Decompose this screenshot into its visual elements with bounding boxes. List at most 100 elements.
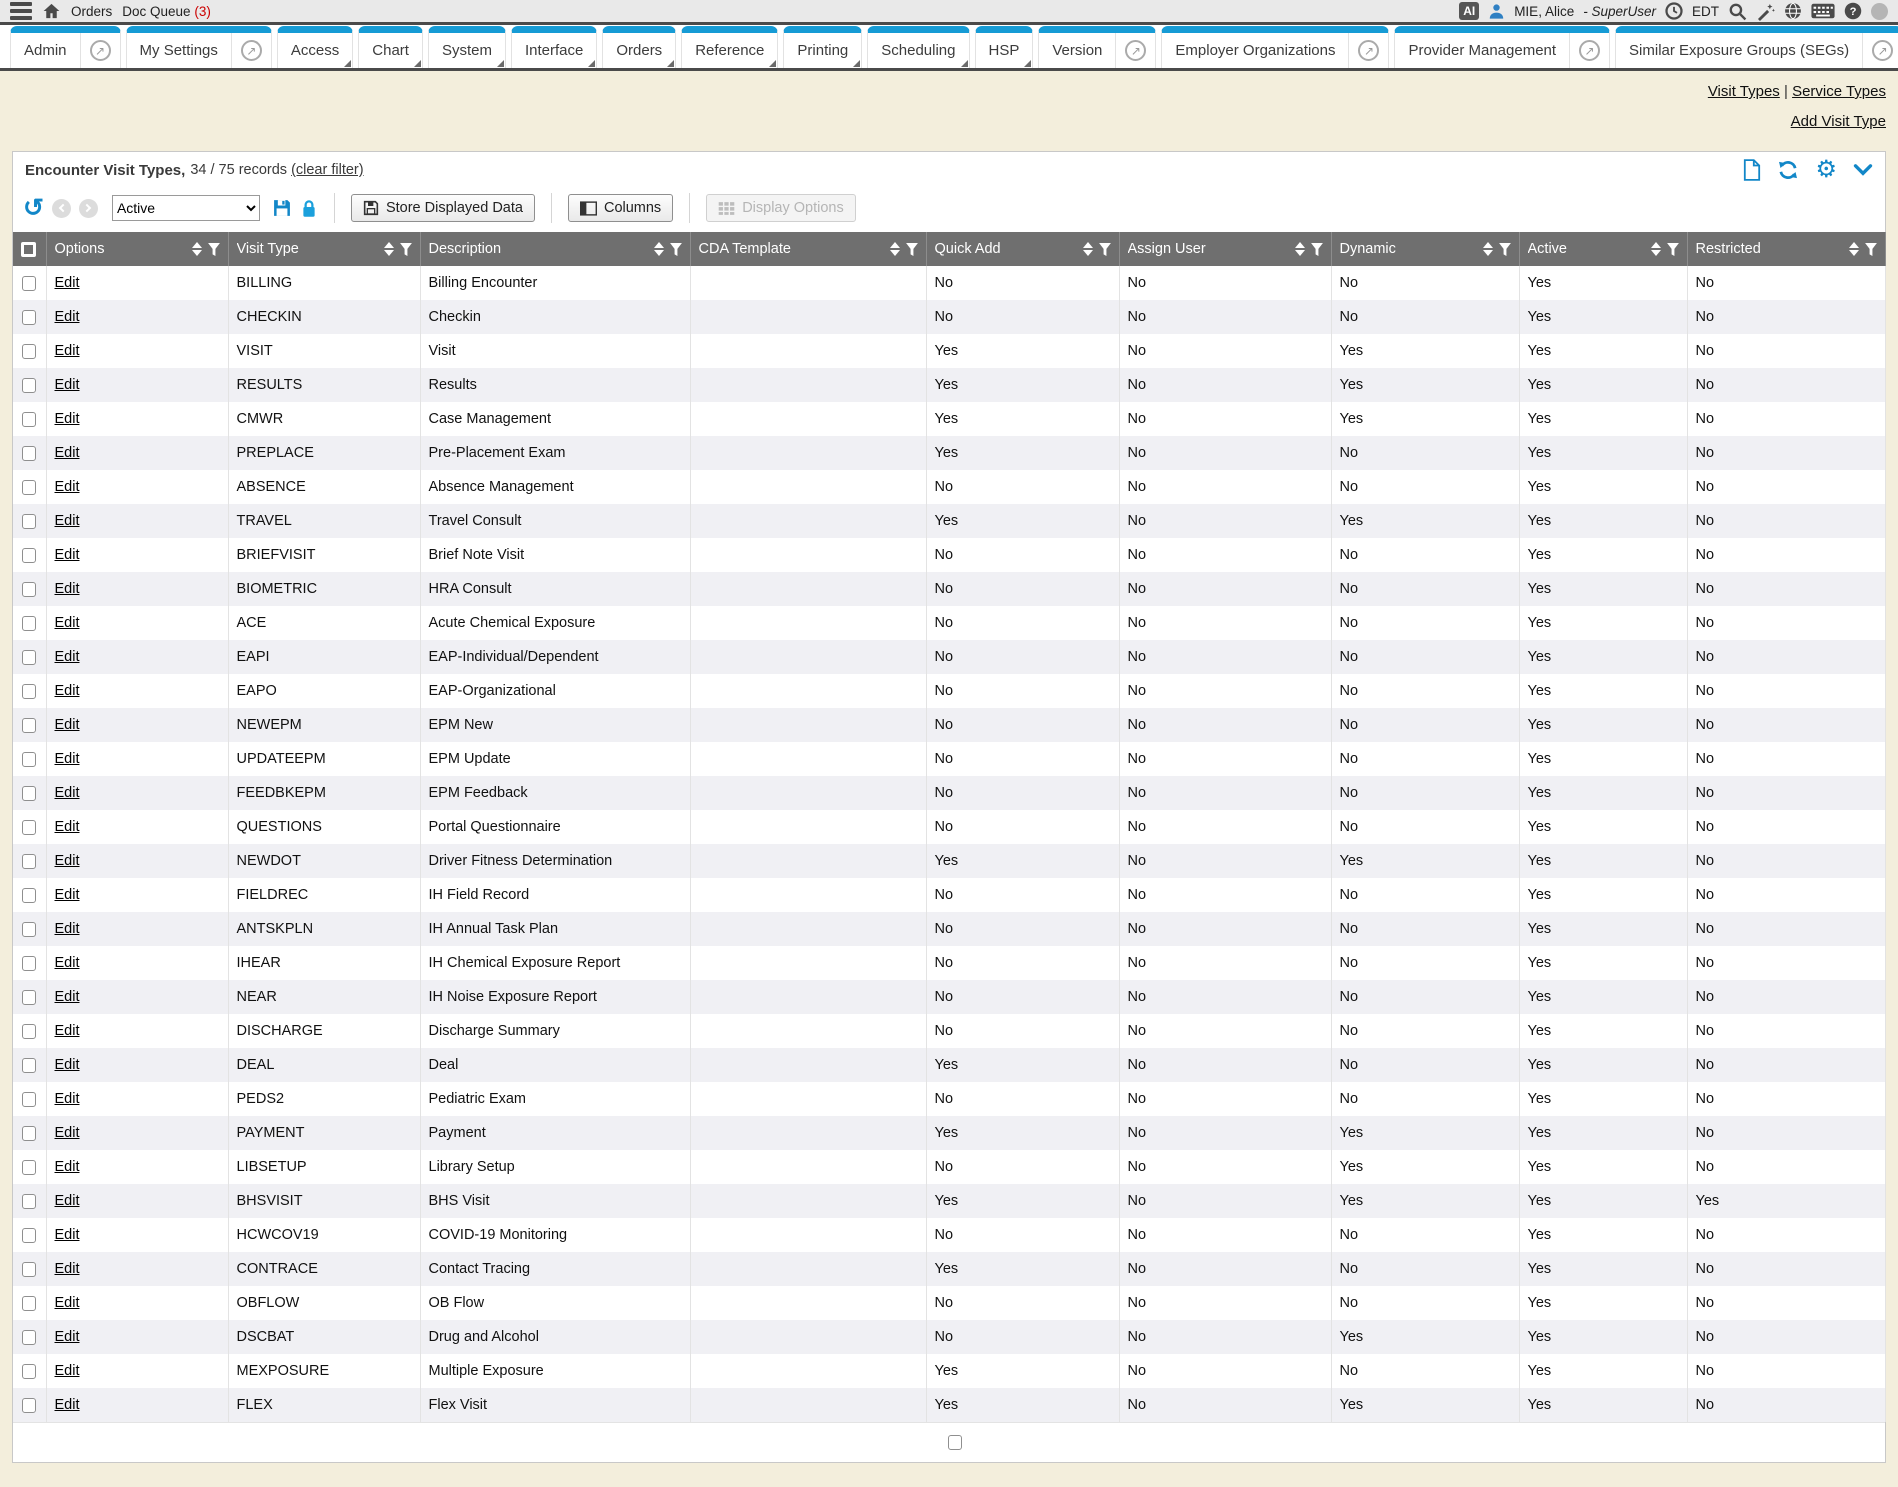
- tab-my-settings[interactable]: My Settings ↗: [126, 26, 272, 68]
- breadcrumb-orders[interactable]: Orders: [71, 4, 112, 19]
- edit-link[interactable]: Edit: [55, 615, 80, 631]
- globe-icon[interactable]: [1784, 2, 1802, 20]
- row-checkbox[interactable]: [22, 276, 36, 291]
- tab-reference[interactable]: Reference ↗: [681, 26, 778, 68]
- edit-link[interactable]: Edit: [55, 1023, 80, 1039]
- home-icon[interactable]: [42, 2, 61, 20]
- row-checkbox[interactable]: [22, 1364, 36, 1379]
- edit-link[interactable]: Edit: [55, 1125, 80, 1141]
- tab-hsp[interactable]: HSP ↗: [975, 26, 1034, 68]
- edit-link[interactable]: Edit: [55, 955, 80, 971]
- row-checkbox[interactable]: [22, 446, 36, 461]
- edit-link[interactable]: Edit: [55, 853, 80, 869]
- sort-icon[interactable]: [1483, 242, 1493, 256]
- row-checkbox[interactable]: [22, 1058, 36, 1073]
- tab-access[interactable]: Access ↗: [277, 26, 353, 68]
- chevron-down-icon[interactable]: [1853, 162, 1873, 178]
- row-checkbox[interactable]: [22, 582, 36, 597]
- sort-icon[interactable]: [384, 242, 394, 256]
- row-checkbox[interactable]: [22, 786, 36, 801]
- row-checkbox[interactable]: [22, 344, 36, 359]
- edit-link[interactable]: Edit: [55, 343, 80, 359]
- filter-funnel-icon[interactable]: [1099, 243, 1111, 256]
- column-header-restricted[interactable]: Restricted: [1687, 232, 1885, 266]
- edit-link[interactable]: Edit: [55, 887, 80, 903]
- row-checkbox[interactable]: [22, 650, 36, 665]
- filter-funnel-icon[interactable]: [1865, 243, 1877, 256]
- forward-icon[interactable]: [79, 199, 98, 218]
- row-checkbox[interactable]: [22, 854, 36, 869]
- edit-link[interactable]: Edit: [55, 275, 80, 291]
- edit-link[interactable]: Edit: [55, 921, 80, 937]
- row-checkbox[interactable]: [22, 378, 36, 393]
- tab-version[interactable]: Version ↗: [1038, 26, 1156, 68]
- new-document-icon[interactable]: [1743, 159, 1761, 181]
- edit-link[interactable]: Edit: [55, 683, 80, 699]
- ai-badge[interactable]: AI: [1459, 2, 1479, 20]
- tab-interface[interactable]: Interface ↗: [511, 26, 597, 68]
- open-external-icon[interactable]: ↗: [1115, 33, 1155, 68]
- store-displayed-data-button[interactable]: Store Displayed Data: [351, 194, 535, 222]
- tab-provider-management[interactable]: Provider Management ↗: [1394, 26, 1610, 68]
- column-header-visit-type[interactable]: Visit Type: [228, 232, 420, 266]
- breadcrumb-doc-queue[interactable]: Doc Queue (3): [122, 4, 211, 19]
- row-checkbox[interactable]: [22, 888, 36, 903]
- tab-similar-exposure-groups-segs[interactable]: Similar Exposure Groups (SEGs) ↗: [1615, 26, 1898, 68]
- filter-funnel-icon[interactable]: [400, 243, 412, 256]
- back-icon[interactable]: [52, 199, 71, 218]
- filter-funnel-icon[interactable]: [906, 243, 918, 256]
- row-checkbox[interactable]: [22, 548, 36, 563]
- tab-printing[interactable]: Printing ↗: [783, 26, 862, 68]
- column-header-options[interactable]: Options: [46, 232, 228, 266]
- user-name[interactable]: MIE, Alice: [1514, 4, 1574, 19]
- tab-admin[interactable]: Admin ↗: [10, 26, 121, 68]
- row-checkbox[interactable]: [22, 514, 36, 529]
- row-checkbox[interactable]: [22, 956, 36, 971]
- edit-link[interactable]: Edit: [55, 717, 80, 733]
- row-checkbox[interactable]: [22, 922, 36, 937]
- lock-icon[interactable]: [300, 198, 318, 219]
- edit-link[interactable]: Edit: [55, 1159, 80, 1175]
- help-icon[interactable]: ?: [1844, 2, 1862, 20]
- column-header-active[interactable]: Active: [1519, 232, 1687, 266]
- row-checkbox[interactable]: [22, 684, 36, 699]
- row-checkbox[interactable]: [22, 1228, 36, 1243]
- row-checkbox[interactable]: [22, 1092, 36, 1107]
- row-checkbox[interactable]: [22, 1398, 36, 1413]
- row-checkbox[interactable]: [22, 310, 36, 325]
- edit-link[interactable]: Edit: [55, 1193, 80, 1209]
- active-filter-select[interactable]: Active: [112, 195, 260, 221]
- row-checkbox[interactable]: [22, 1296, 36, 1311]
- row-checkbox[interactable]: [22, 616, 36, 631]
- edit-link[interactable]: Edit: [55, 309, 80, 325]
- row-checkbox[interactable]: [22, 820, 36, 835]
- open-external-icon[interactable]: ↗: [1348, 33, 1388, 68]
- clear-filter-link[interactable]: (clear filter): [291, 162, 364, 178]
- row-checkbox[interactable]: [22, 1160, 36, 1175]
- visit-types-link[interactable]: Visit Types: [1708, 83, 1780, 100]
- edit-link[interactable]: Edit: [55, 1227, 80, 1243]
- wand-icon[interactable]: [1756, 2, 1775, 21]
- open-external-icon[interactable]: ↗: [1569, 33, 1609, 68]
- edit-link[interactable]: Edit: [55, 1057, 80, 1073]
- edit-link[interactable]: Edit: [55, 547, 80, 563]
- hamburger-menu-icon[interactable]: [10, 2, 32, 20]
- edit-link[interactable]: Edit: [55, 1091, 80, 1107]
- edit-link[interactable]: Edit: [55, 513, 80, 529]
- row-checkbox[interactable]: [22, 1024, 36, 1039]
- column-header-dynamic[interactable]: Dynamic: [1331, 232, 1519, 266]
- sort-icon[interactable]: [1651, 242, 1661, 256]
- clock-icon[interactable]: [1665, 2, 1683, 20]
- open-external-icon[interactable]: ↗: [1862, 33, 1898, 68]
- edit-link[interactable]: Edit: [55, 819, 80, 835]
- row-checkbox[interactable]: [22, 1330, 36, 1345]
- save-icon[interactable]: [272, 198, 292, 218]
- row-checkbox[interactable]: [22, 752, 36, 767]
- search-icon[interactable]: [1728, 2, 1747, 21]
- filter-funnel-icon[interactable]: [670, 243, 682, 256]
- filter-funnel-icon[interactable]: [208, 243, 220, 256]
- columns-button[interactable]: Columns: [568, 194, 673, 222]
- refresh-icon[interactable]: [1777, 159, 1799, 181]
- sort-icon[interactable]: [654, 242, 664, 256]
- tab-orders[interactable]: Orders ↗: [602, 26, 676, 68]
